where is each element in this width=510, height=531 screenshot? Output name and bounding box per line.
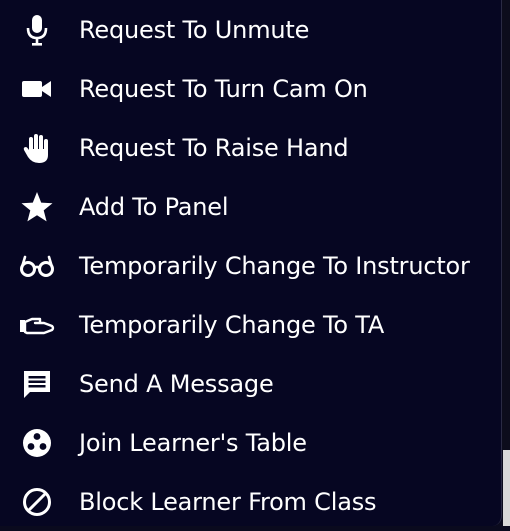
menu-item-request-raise-hand[interactable]: Request To Raise Hand (0, 118, 502, 177)
menu-item-label: Add To Panel (79, 192, 229, 221)
menu-item-request-cam-on[interactable]: Request To Turn Cam On (0, 59, 502, 118)
menu-item-label: Block Learner From Class (79, 487, 377, 516)
menu-item-label: Request To Raise Hand (79, 133, 349, 162)
menu-item-block-learner[interactable]: Block Learner From Class (0, 472, 502, 531)
menu-item-label: Request To Unmute (79, 15, 310, 44)
menu-item-label: Temporarily Change To TA (79, 310, 385, 339)
menu-item-change-to-instructor[interactable]: Temporarily Change To Instructor (0, 236, 502, 295)
menu-item-add-to-panel[interactable]: Add To Panel (0, 177, 502, 236)
glasses-icon (18, 247, 56, 285)
menu-item-send-message[interactable]: Send A Message (0, 354, 502, 413)
menu-item-request-unmute[interactable]: Request To Unmute (0, 0, 502, 59)
window-edge (502, 0, 510, 526)
raised-hand-icon (18, 129, 56, 167)
video-camera-icon (18, 70, 56, 108)
menu-item-join-learners-table[interactable]: Join Learner's Table (0, 413, 502, 472)
menu-item-label: Join Learner's Table (79, 428, 307, 457)
table-icon (18, 424, 56, 462)
background-panel-edge (503, 450, 510, 526)
menu-item-label: Send A Message (79, 369, 274, 398)
menu-item-change-to-ta[interactable]: Temporarily Change To TA (0, 295, 502, 354)
block-icon (18, 483, 56, 521)
menu-item-label: Request To Turn Cam On (79, 74, 368, 103)
menu-item-label: Temporarily Change To Instructor (79, 251, 470, 280)
microphone-icon (18, 11, 56, 49)
message-icon (18, 365, 56, 403)
participant-actions-menu: Request To Unmute Request To Turn Cam On… (0, 0, 502, 526)
helping-hand-icon (18, 306, 56, 344)
star-icon (18, 188, 56, 226)
